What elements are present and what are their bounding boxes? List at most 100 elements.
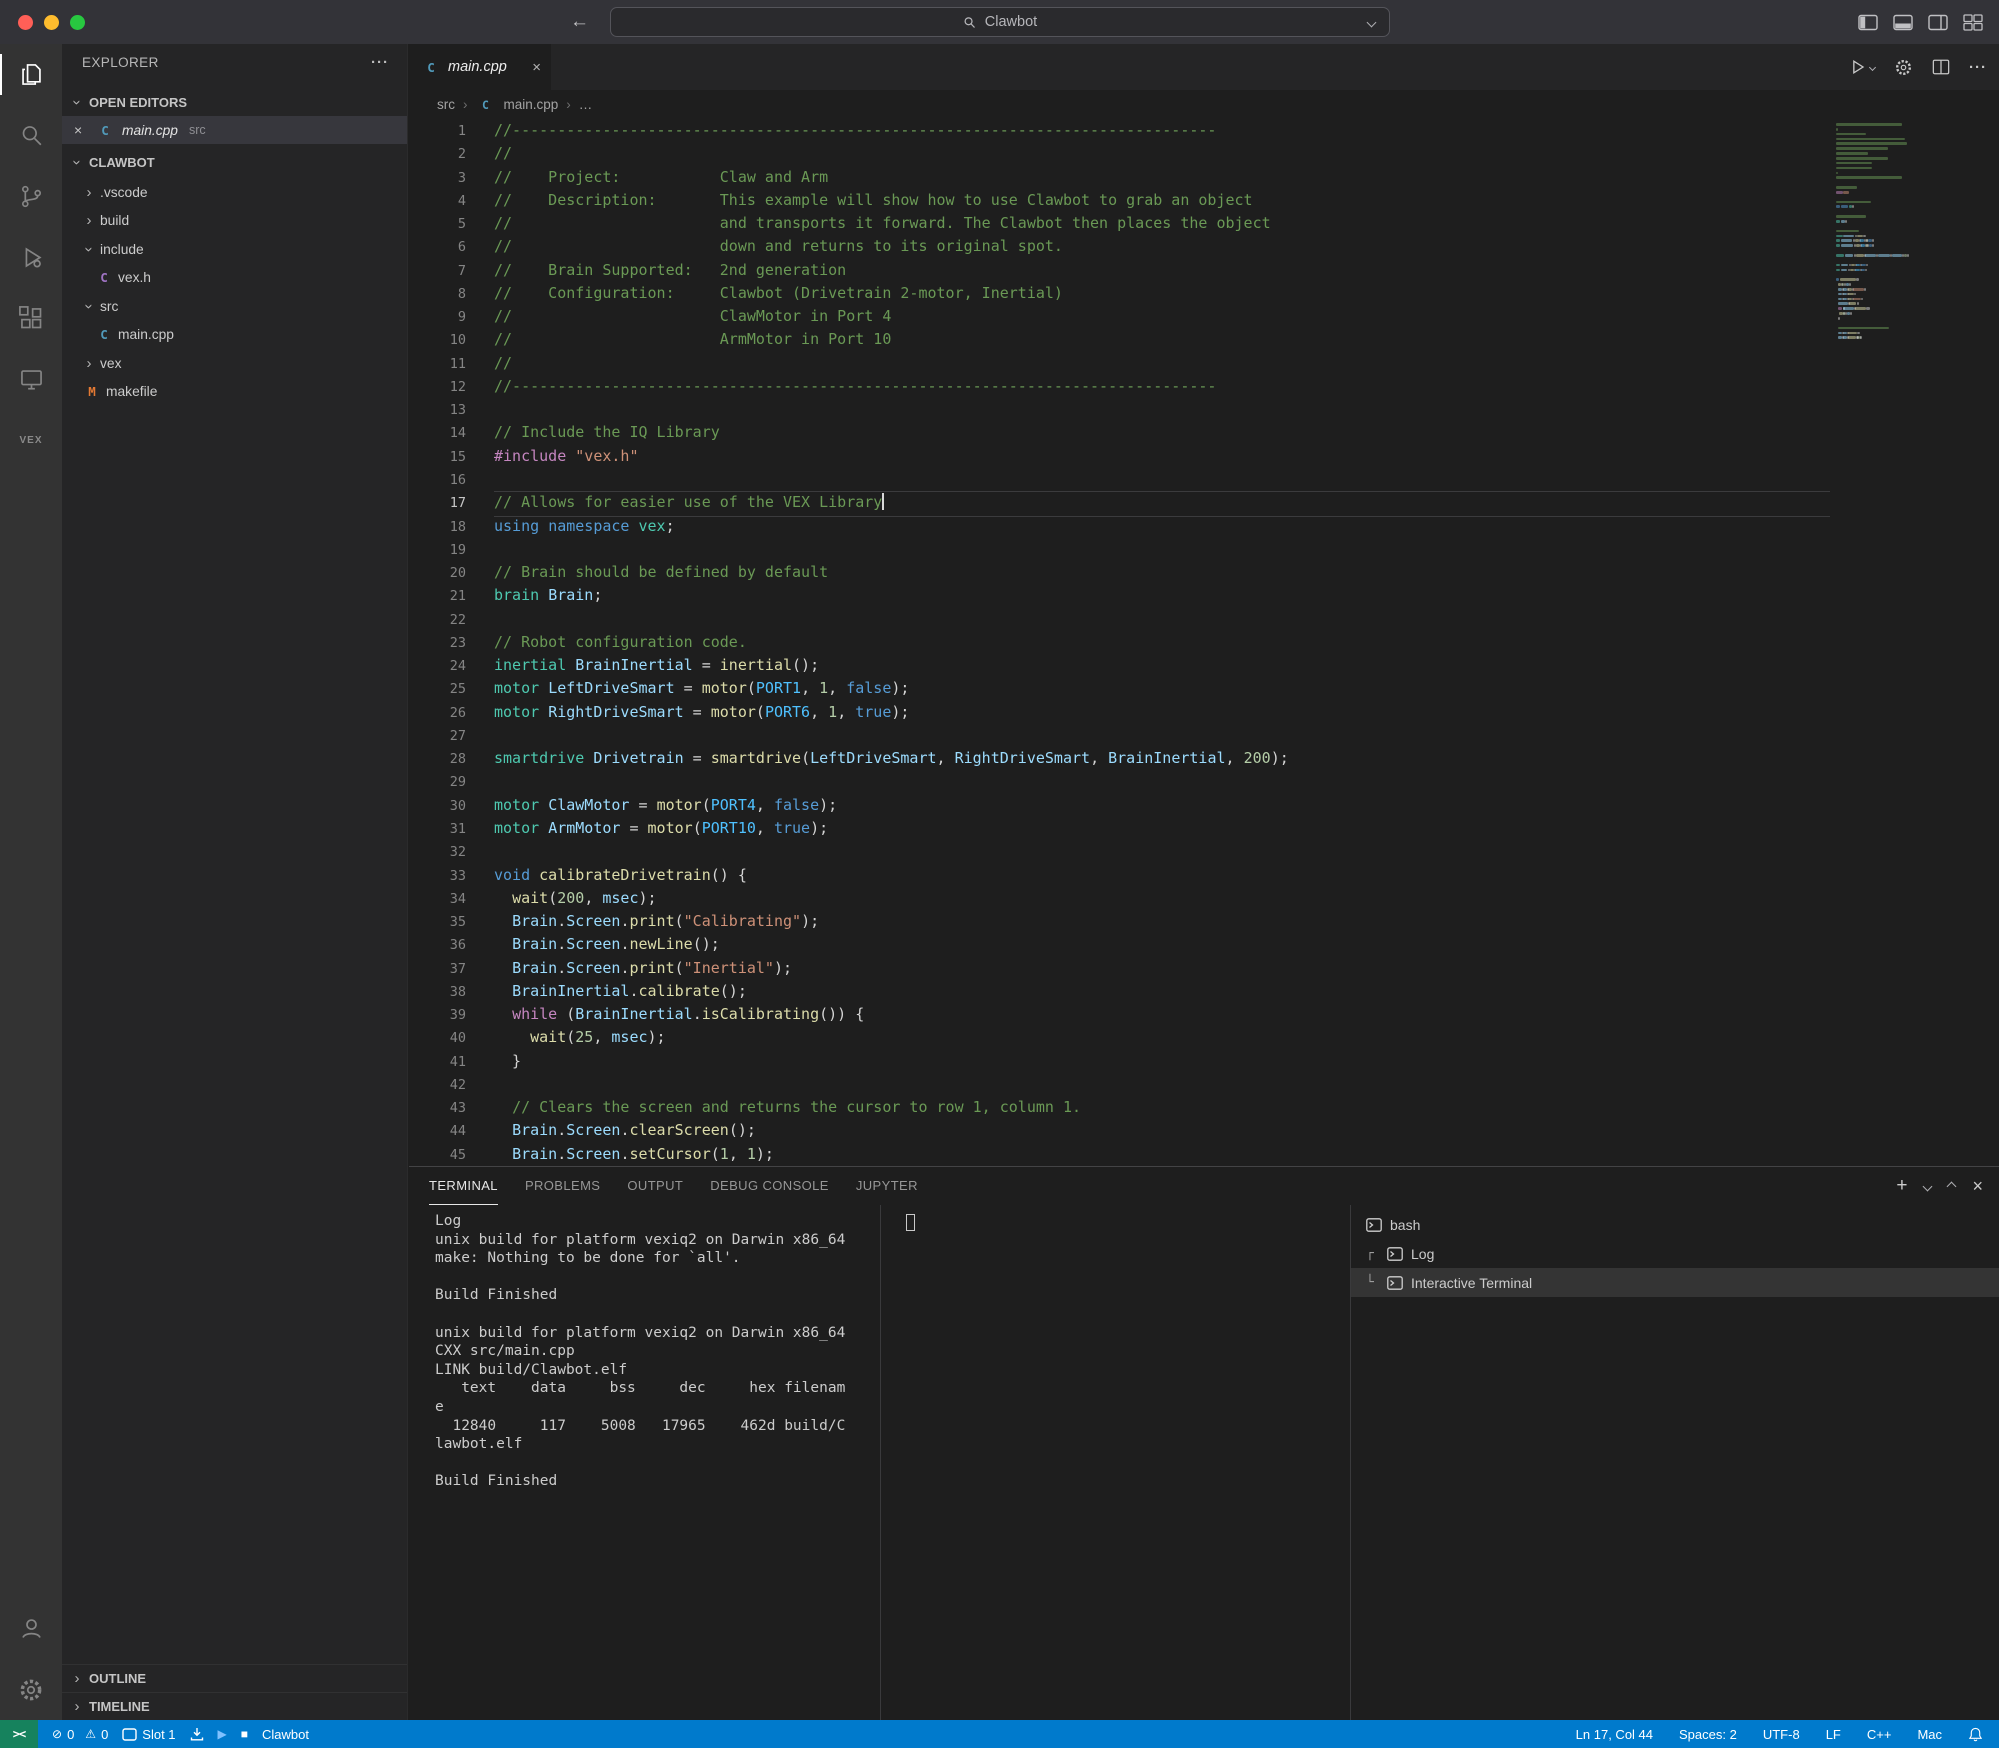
toggle-secondary-sidebar-icon[interactable] <box>1928 14 1948 31</box>
code-line-10[interactable]: 10 // ArmMotor in Port 10 <box>409 328 1830 351</box>
code-line-37[interactable]: 37 Brain.Screen.print("Inertial"); <box>409 957 1830 980</box>
command-center-search[interactable]: Clawbot <box>609 7 1390 37</box>
close-tab-icon[interactable]: × <box>532 59 541 76</box>
stop-program-button[interactable]: ■ <box>241 1727 248 1741</box>
activity-explorer[interactable] <box>0 44 62 105</box>
close-panel-icon[interactable]: × <box>1972 1176 1983 1197</box>
more-actions-icon[interactable]: ··· <box>371 54 389 71</box>
terminal-item-interactive-terminal[interactable]: └ Interactive Terminal <box>1351 1268 1999 1297</box>
panel-tab-jupyter[interactable]: JUPYTER <box>856 1167 918 1205</box>
code-line-45[interactable]: 45 Brain.Screen.setCursor(1, 1); <box>409 1143 1830 1166</box>
code-line-23[interactable]: 23 // Robot configuration code. <box>409 631 1830 654</box>
code-line-21[interactable]: 21 brain Brain; <box>409 584 1830 607</box>
navigate-back-icon[interactable]: ← <box>570 11 589 33</box>
tree-item--vscode[interactable]: › .vscode <box>62 178 407 207</box>
code-line-39[interactable]: 39 while (BrainInertial.isCalibrating())… <box>409 1003 1830 1026</box>
code-line-36[interactable]: 36 Brain.Screen.newLine(); <box>409 933 1830 956</box>
code-line-1[interactable]: 1 //-------------------------------------… <box>409 119 1830 142</box>
code-line-28[interactable]: 28 smartdrive Drivetrain = smartdrive(Lef… <box>409 747 1830 770</box>
account-button[interactable] <box>0 1598 62 1659</box>
remote-indicator[interactable]: >< <box>0 1720 38 1748</box>
notifications-bell-icon[interactable] <box>1968 1727 1983 1742</box>
activity-extensions[interactable] <box>0 288 62 349</box>
indentation-status[interactable]: Spaces: 2 <box>1679 1727 1737 1742</box>
fullscreen-window-button[interactable] <box>70 14 85 30</box>
code-line-34[interactable]: 34 wait(200, msec); <box>409 887 1830 910</box>
terminal-item-bash[interactable]: bash <box>1351 1210 1999 1239</box>
panel-tab-debug-console[interactable]: DEBUG CONSOLE <box>710 1167 829 1205</box>
terminal-output-pane[interactable]: Log unix build for platform vexiq2 on Da… <box>409 1205 881 1720</box>
code-line-32[interactable]: 32 <box>409 840 1830 863</box>
code-line-13[interactable]: 13 <box>409 398 1830 421</box>
code-line-43[interactable]: 43 // Clears the screen and returns the … <box>409 1096 1830 1119</box>
code-line-12[interactable]: 12 //------------------------------------… <box>409 375 1830 398</box>
code-line-7[interactable]: 7 // Brain Supported: 2nd generation <box>409 259 1830 282</box>
code-line-29[interactable]: 29 <box>409 770 1830 793</box>
close-window-button[interactable] <box>18 14 33 30</box>
code-line-2[interactable]: 2 // <box>409 142 1830 165</box>
tree-item-include[interactable]: › include <box>62 235 407 264</box>
platform-status[interactable]: Mac <box>1917 1727 1942 1742</box>
breadcrumb-file[interactable]: main.cpp <box>504 97 559 112</box>
code-line-11[interactable]: 11 // <box>409 352 1830 375</box>
tree-item-src[interactable]: › src <box>62 292 407 321</box>
tree-item-main-cpp[interactable]: Cmain.cpp <box>62 321 407 350</box>
activity-search[interactable] <box>0 105 62 166</box>
panel-tab-terminal[interactable]: TERMINAL <box>429 1167 498 1205</box>
customize-layout-icon[interactable] <box>1963 13 1983 31</box>
code-line-16[interactable]: 16 <box>409 468 1830 491</box>
terminal-dropdown-icon[interactable] <box>1923 1181 1933 1191</box>
timeline-section-header[interactable]: › TIMELINE <box>62 1692 407 1720</box>
code-line-18[interactable]: 18 using namespace vex; <box>409 515 1830 538</box>
cursor-position[interactable]: Ln 17, Col 44 <box>1576 1727 1653 1742</box>
code-line-14[interactable]: 14 // Include the IQ Library <box>409 421 1830 444</box>
code-line-42[interactable]: 42 <box>409 1073 1830 1096</box>
toggle-panel-icon[interactable] <box>1893 14 1913 31</box>
tree-item-makefile[interactable]: Mmakefile <box>62 378 407 407</box>
code-line-33[interactable]: 33 void calibrateDrivetrain() { <box>409 864 1830 887</box>
code-line-15[interactable]: 15 #include "vex.h" <box>409 445 1830 468</box>
language-mode[interactable]: C++ <box>1867 1727 1892 1742</box>
close-icon[interactable]: × <box>74 122 88 138</box>
code-line-40[interactable]: 40 wait(25, msec); <box>409 1026 1830 1049</box>
tree-item-vex-h[interactable]: Cvex.h <box>62 264 407 293</box>
minimize-window-button[interactable] <box>44 14 59 30</box>
new-terminal-icon[interactable]: + <box>1896 1175 1907 1197</box>
chevron-down-icon[interactable] <box>1366 17 1376 28</box>
code-line-9[interactable]: 9 // ClawMotor in Port 4 <box>409 305 1830 328</box>
code-line-19[interactable]: 19 <box>409 538 1830 561</box>
code-line-24[interactable]: 24 inertial BrainInertial = inertial(); <box>409 654 1830 677</box>
code-line-4[interactable]: 4 // Description: This example will show … <box>409 189 1830 212</box>
settings-button[interactable] <box>0 1659 62 1720</box>
outline-section-header[interactable]: › OUTLINE <box>62 1664 407 1692</box>
open-editor-item-main-cpp[interactable]: × C main.cpp src <box>62 116 407 144</box>
code-line-30[interactable]: 30 motor ClawMotor = motor(PORT4, false); <box>409 794 1830 817</box>
more-actions-icon[interactable]: ··· <box>1969 59 1987 76</box>
run-program-button[interactable]: ▶ <box>218 1727 227 1741</box>
code-line-44[interactable]: 44 Brain.Screen.clearScreen(); <box>409 1119 1830 1142</box>
activity-vex[interactable]: VEX <box>0 410 62 471</box>
code-line-3[interactable]: 3 // Project: Claw and Arm <box>409 166 1830 189</box>
code-line-26[interactable]: 26 motor RightDriveSmart = motor(PORT6, 1… <box>409 701 1830 724</box>
activity-run-debug[interactable] <box>0 227 62 288</box>
tab-main-cpp[interactable]: C main.cpp × <box>409 44 551 90</box>
breadcrumb-symbol[interactable]: … <box>579 97 593 112</box>
eol-status[interactable]: LF <box>1826 1727 1841 1742</box>
run-file-button[interactable] <box>1848 57 1877 77</box>
toggle-primary-sidebar-icon[interactable] <box>1858 14 1878 31</box>
tree-item-vex[interactable]: › vex <box>62 349 407 378</box>
activity-source-control[interactable] <box>0 166 62 227</box>
code-line-17[interactable]: 17 // Allows for easier use of the VEX Li… <box>409 491 1830 517</box>
code-line-35[interactable]: 35 Brain.Screen.print("Calibrating"); <box>409 910 1830 933</box>
minimap[interactable] <box>1830 119 1995 1166</box>
interactive-terminal-pane[interactable] <box>881 1205 1351 1720</box>
code-line-25[interactable]: 25 motor LeftDriveSmart = motor(PORT1, 1,… <box>409 677 1830 700</box>
split-editor-icon[interactable] <box>1932 58 1950 76</box>
code-line-38[interactable]: 38 BrainInertial.calibrate(); <box>409 980 1830 1003</box>
code-line-27[interactable]: 27 <box>409 724 1830 747</box>
open-editors-header[interactable]: › OPEN EDITORS <box>62 88 407 116</box>
configure-gear-icon[interactable] <box>1894 58 1913 77</box>
project-status-label[interactable]: Clawbot <box>262 1727 309 1742</box>
code-line-8[interactable]: 8 // Configuration: Clawbot (Drivetrain 2… <box>409 282 1830 305</box>
download-button[interactable] <box>190 1727 204 1741</box>
